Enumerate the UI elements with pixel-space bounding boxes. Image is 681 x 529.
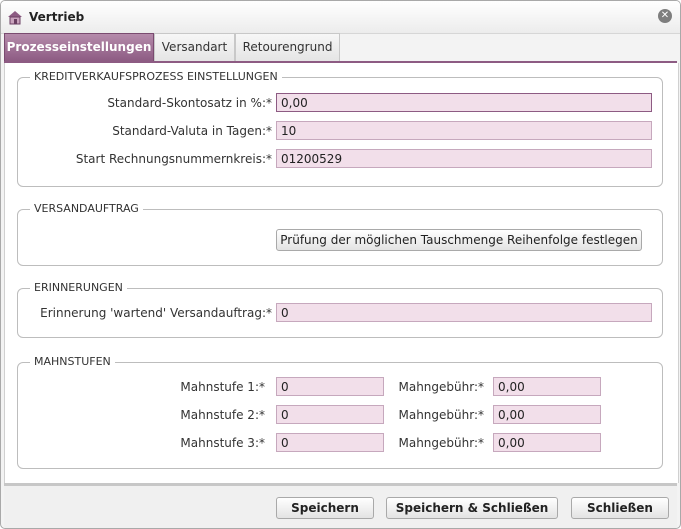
versandauftrag-group: VERSANDAUFTRAG Prüfung der möglichen Tau…: [17, 202, 663, 266]
mahnstufe-3-label: Mahnstufe 3:*: [180, 436, 265, 450]
mahnstufe-2-label: Mahnstufe 2:*: [180, 408, 265, 422]
close-button[interactable]: Schließen: [571, 497, 669, 519]
skonto-input[interactable]: [276, 93, 652, 112]
prozesseinstellungen-panel: KREDITVERKAUFSPROZESS EINSTELLUNGEN Stan…: [4, 63, 679, 483]
vertrieb-window: Vertrieb ✕ Prozesseinstellungen Versanda…: [0, 0, 681, 529]
mahnstufe-3-input[interactable]: [276, 433, 384, 452]
mahngebuehr-1-input[interactable]: [493, 377, 601, 396]
erinnerungen-group: ERINNERUNGEN Erinnerung 'wartend' Versan…: [17, 281, 663, 338]
mahnstufe-2-input[interactable]: [276, 405, 384, 424]
tab-retourengrund[interactable]: Retourengrund: [235, 33, 340, 61]
title-bar[interactable]: Vertrieb ✕: [1, 1, 680, 34]
kreditverkauf-group: KREDITVERKAUFSPROZESS EINSTELLUNGEN Stan…: [17, 70, 663, 187]
mahnstufe-1-label: Mahnstufe 1:*: [180, 380, 265, 394]
mahngebuehr-2-input[interactable]: [493, 405, 601, 424]
rechnungsnummer-label: Start Rechnungsnummernkreis:*: [75, 152, 272, 166]
mahnstufe-1-input[interactable]: [276, 377, 384, 396]
valuta-label: Standard-Valuta in Tagen:*: [112, 124, 272, 138]
mahngebuehr-2-label: Mahngebühr:*: [398, 408, 484, 422]
mahngebuehr-1-label: Mahngebühr:*: [398, 380, 484, 394]
rechnungsnummer-input[interactable]: [276, 149, 652, 168]
close-icon[interactable]: ✕: [658, 9, 672, 23]
erinnerung-input[interactable]: [276, 303, 652, 322]
skonto-label: Standard-Skontosatz in %:*: [107, 96, 272, 110]
tab-prozesseinstellungen[interactable]: Prozesseinstellungen: [4, 33, 154, 61]
mahngebuehr-3-label: Mahngebühr:*: [398, 436, 484, 450]
erinnerung-label: Erinnerung 'wartend' Versandauftrag:*: [40, 306, 272, 320]
mahnstufen-group: MAHNSTUFEN Mahnstufe 1:* Mahngebühr:* Ma…: [17, 355, 663, 469]
valuta-input[interactable]: [276, 121, 652, 140]
tauschmenge-reihenfolge-button[interactable]: Prüfung der möglichen Tauschmenge Reihen…: [276, 229, 642, 251]
versandauftrag-legend: VERSANDAUFTRAG: [30, 202, 143, 216]
kreditverkauf-legend: KREDITVERKAUFSPROZESS EINSTELLUNGEN: [30, 70, 282, 84]
tab-versandart[interactable]: Versandart: [154, 33, 235, 61]
mahnstufen-legend: MAHNSTUFEN: [30, 355, 115, 369]
button-bar: Speichern Speichern & Schließen Schließe…: [4, 483, 677, 528]
house-icon: [8, 11, 22, 25]
save-button[interactable]: Speichern: [276, 497, 374, 519]
erinnerungen-legend: ERINNERUNGEN: [30, 281, 127, 295]
save-and-close-button[interactable]: Speichern & Schließen: [386, 497, 558, 519]
mahngebuehr-3-input[interactable]: [493, 433, 601, 452]
window-title: Vertrieb: [29, 10, 85, 24]
